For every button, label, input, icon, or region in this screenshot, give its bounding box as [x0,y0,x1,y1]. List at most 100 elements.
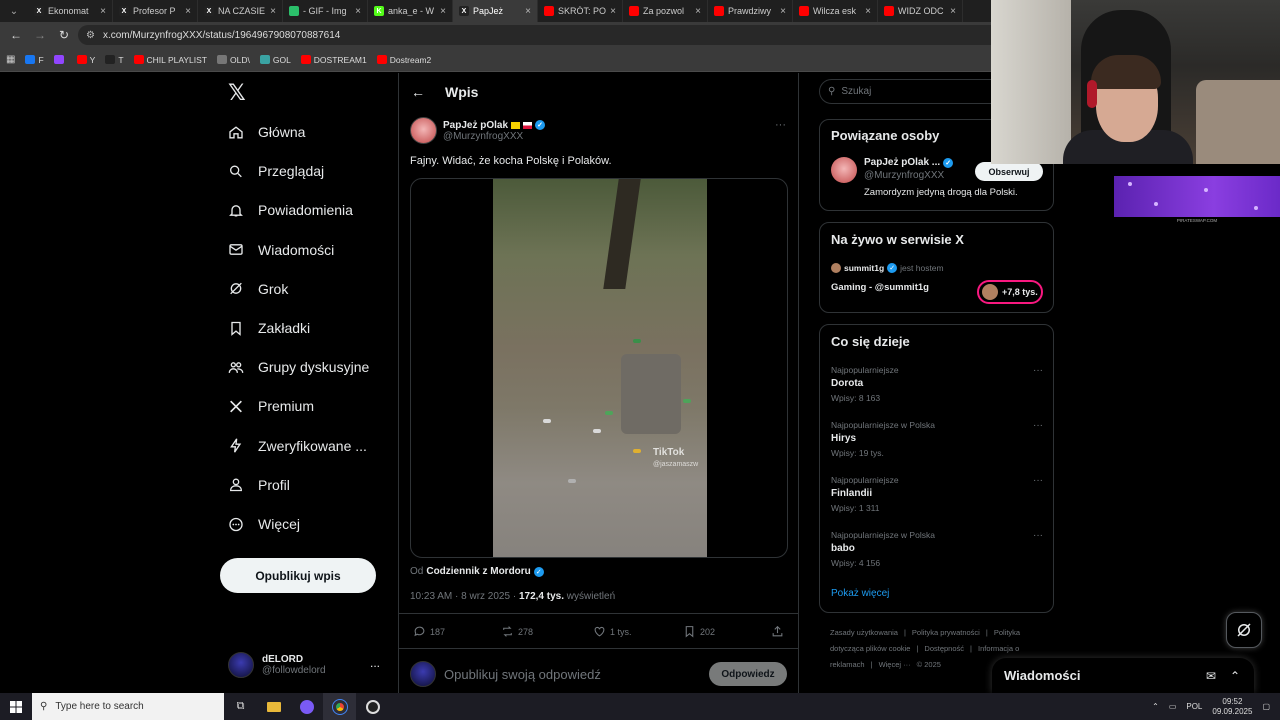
trend-more-icon[interactable]: ··· [1033,420,1043,431]
bookmark-item[interactable]: DOSTREAM1 [300,55,367,65]
browser-tab[interactable]: X PapJeż × [453,0,538,22]
nav-item-zweryfikowane[interactable]: Zweryfikowane ... [228,431,367,461]
browser-tab[interactable]: Wilcza esk × [793,0,878,22]
taskbar-search[interactable]: ⚲ Type here to search [32,693,224,720]
tab-close-icon[interactable]: × [525,6,531,17]
tab-close-icon[interactable]: × [185,6,191,17]
tab-close-icon[interactable]: × [780,6,786,17]
x-logo-icon[interactable]: 𝕏 [228,81,246,106]
nav-item-przeglądaj[interactable]: Przeglądaj [228,156,324,186]
nav-item-grupy-dyskusyjne[interactable]: Grupy dyskusyjne [228,352,369,382]
footer-link[interactable]: Dostępność [924,644,964,653]
trend-more-icon[interactable]: ··· [1033,530,1043,541]
reply-action[interactable]: 187 [413,625,445,638]
repost-action[interactable]: 278 [501,625,533,638]
browser-tab[interactable]: - GIF - Img × [283,0,368,22]
clock[interactable]: 09:52 09.09.2025 [1212,697,1252,717]
tab-close-icon[interactable]: × [865,6,871,17]
tab-close-icon[interactable]: × [355,6,361,17]
tab-close-icon[interactable]: × [440,6,446,17]
more-icon[interactable]: ... [370,656,380,670]
tab-close-icon[interactable]: × [950,6,956,17]
live-host[interactable]: summit1g ✓ jest hostem [831,263,944,273]
author-handle[interactable]: @MurzynfrogXXX [443,131,545,142]
bookmark-item[interactable]: T [105,55,124,65]
footer-link[interactable]: Polityka prywatności [912,628,980,637]
live-space-title[interactable]: Gaming - @summit1g [831,282,929,293]
nav-item-premium[interactable]: Premium [228,391,314,421]
tab-close-icon[interactable]: × [270,6,276,17]
browser-tab[interactable]: X Ekonomat × [28,0,113,22]
footer-link[interactable]: © 2025 [917,660,941,669]
browser-tab[interactable]: WIDZ ODC × [878,0,963,22]
network-icon[interactable]: ▭ [1169,702,1177,711]
browser-tab[interactable]: SKRÓT: PO × [538,0,623,22]
bookmark-item[interactable]: F [25,55,44,65]
tab-close-icon[interactable]: × [695,6,701,17]
bookmark-item[interactable] [53,55,67,65]
reload-icon[interactable]: ↻ [54,25,74,45]
grok-button[interactable] [1226,612,1262,648]
browser-tab[interactable]: Kanka_e - W × [368,0,453,22]
publish-post-button[interactable]: Opublikuj wpis [220,558,376,593]
share-action[interactable] [771,625,784,638]
trend-item[interactable]: Najpopularniejsze w Polska babo Wpisy: 4 1… [831,530,1043,568]
nav-item-więcej[interactable]: Więcej [228,509,300,539]
bookmark-item[interactable]: Y [76,55,95,65]
nav-item-wiadomości[interactable]: Wiadomości [228,235,334,265]
reply-button[interactable]: Odpowiedz [709,662,787,686]
back-arrow-icon[interactable]: ← [411,84,425,100]
back-icon[interactable]: ← [6,25,26,45]
expand-up-icon[interactable]: ⌃ [1230,669,1254,683]
bookmark-item[interactable]: Dostream2 [376,55,431,65]
address-bar[interactable]: ⚙ x.com/MurzynfrogXXX/status/19649679080… [78,25,1018,45]
nav-item-powiadomienia[interactable]: Powiadomienia [228,195,353,225]
related-person-handle[interactable]: @MurzynfrogXXX [864,170,944,181]
trend-item[interactable]: Najpopularniejsze Dorota Wpisy: 8 163 ··· [831,365,1043,403]
related-person-name[interactable]: PapJeż pOlak ... ✓ [864,157,954,168]
new-message-icon[interactable]: ✉ [1206,669,1230,683]
nav-item-grok[interactable]: Grok [228,274,288,304]
browser-tab[interactable]: Za pozwol × [623,0,708,22]
obs-icon[interactable] [356,693,389,720]
notification-icon[interactable]: ▢ [1262,702,1270,711]
browser-tab[interactable]: X NA CZASIE × [198,0,283,22]
chrome-icon[interactable] [323,693,356,720]
avatar[interactable] [831,157,857,183]
video-frame[interactable]: TikTok @jaszamaszw [493,179,707,557]
follow-button[interactable]: Obserwuj [975,162,1043,181]
tab-search-icon[interactable]: ⌄ [0,0,28,22]
bookmark-item[interactable]: OLD\ [217,55,250,65]
file-explorer-icon[interactable] [257,693,290,720]
messages-drawer[interactable]: Wiadomości ✉ ⌃ [992,658,1254,693]
task-view-icon[interactable]: ⧉ [224,693,257,720]
post-more-icon[interactable]: ··· [775,119,786,131]
nav-item-główna[interactable]: Główna [228,117,305,147]
show-more-link[interactable]: Pokaż więcej [831,588,889,599]
footer-link[interactable]: Zasady użytkowania [830,628,898,637]
bookmark-item[interactable]: CHIL PLAYLIST [133,55,207,65]
tab-close-icon[interactable]: × [100,6,106,17]
browser-tab[interactable]: X Profesor P × [113,0,198,22]
like-action[interactable]: 1 tys. [593,625,632,638]
footer-link[interactable]: Więcej ··· [879,660,911,669]
tab-close-icon[interactable]: × [610,6,616,17]
site-info-icon[interactable]: ⚙ [86,30,95,41]
chat-app-icon[interactable] [290,693,323,720]
tray-chevron-icon[interactable]: ⌃ [1152,702,1159,711]
apps-grid-icon[interactable]: ▦ [6,54,15,65]
language-indicator[interactable]: POL [1186,702,1202,711]
trend-more-icon[interactable]: ··· [1033,475,1043,486]
bookmark-item[interactable]: GOL [259,55,291,65]
account-switcher[interactable]: dELORD @followdelord ... [228,648,388,682]
trend-item[interactable]: Najpopularniejsze Finlandii Wpisy: 1 311 ··… [831,475,1043,513]
nav-item-zakładki[interactable]: Zakładki [228,313,310,343]
trend-more-icon[interactable]: ··· [1033,365,1043,376]
listeners-pill[interactable]: +7,8 tys. [977,280,1043,304]
post-timestamp[interactable]: 10:23 AM · 8 wrz 2025 · [410,591,516,602]
browser-tab[interactable]: Prawdziwy × [708,0,793,22]
post-video[interactable]: TikTok @jaszamaszw [410,178,788,558]
nav-item-profil[interactable]: Profil [228,470,290,500]
windows-start-icon[interactable] [0,693,32,720]
post-author[interactable]: PapJeż pOlak ✓ @MurzynfrogXXX [410,117,546,144]
